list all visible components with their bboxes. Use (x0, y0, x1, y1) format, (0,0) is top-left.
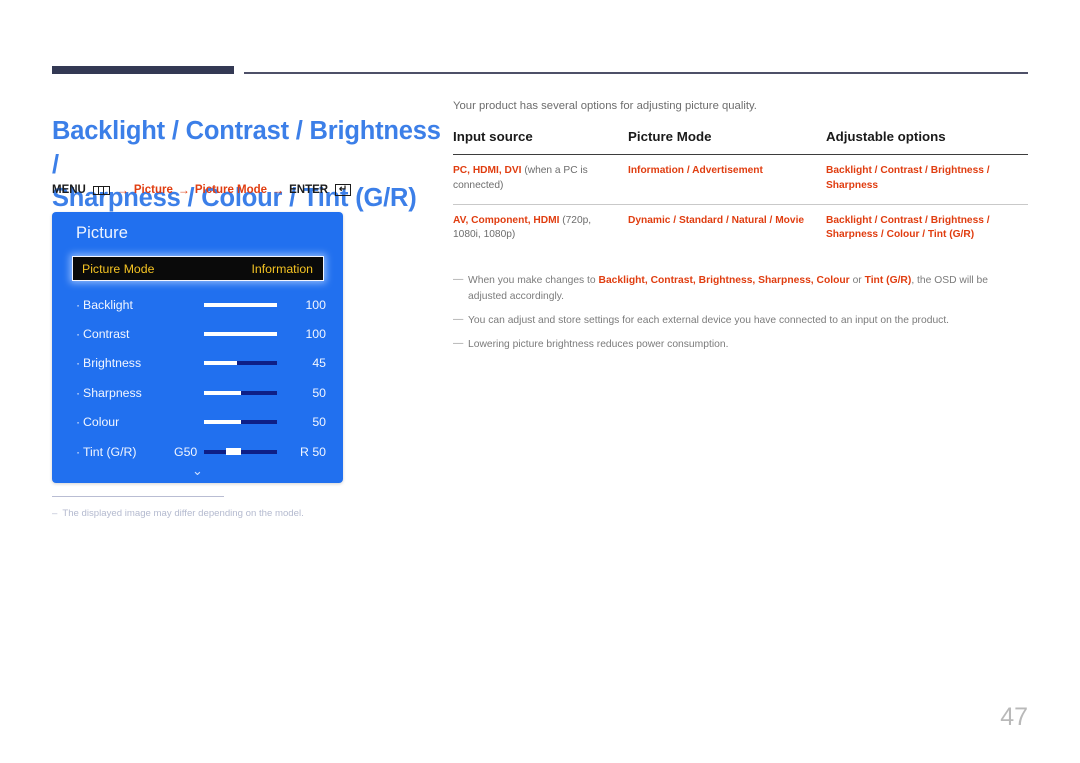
osd-row-value: 50 (312, 385, 326, 400)
osd-row-label: · Backlight (76, 297, 133, 312)
cell-adjustable-options: Backlight / Contrast / Brightness / Shar… (826, 165, 990, 191)
osd-row-slider[interactable] (204, 332, 277, 337)
osd-row-colour[interactable]: · Colour 50 (52, 408, 343, 437)
note-emphasis-1: Backlight, Contrast, Brightness, Sharpne… (598, 275, 850, 287)
table-header-input-source: Input source (453, 129, 533, 144)
osd-row-brightness[interactable]: · Brightness 45 (52, 349, 343, 378)
osd-row-slider[interactable] (204, 448, 277, 456)
table-header-adjustable-options: Adjustable options (826, 129, 946, 144)
osd-footnote-rule (52, 496, 224, 497)
breadcrumb-arrow-1: → (116, 183, 129, 197)
osd-row-slider[interactable] (204, 420, 277, 425)
table-header-row: Input source Picture Mode Adjustable opt… (453, 129, 1028, 155)
slider-fill (204, 302, 277, 307)
cell-input-source: PC, HDMI, DVI (when a PC is connected) (453, 155, 628, 205)
input-source-names: PC, HDMI, DVI (453, 165, 522, 176)
note-dash-icon: — (453, 314, 464, 325)
picture-mode-table: Input source Picture Mode Adjustable opt… (453, 129, 1028, 253)
slider-fill (204, 420, 241, 425)
note-emphasis-2: Tint (G/R) (864, 275, 912, 287)
header-rule-thick (52, 66, 234, 74)
osd-picture-mode-value: Information (251, 261, 313, 276)
breadcrumb-step-picture-mode: Picture Mode (194, 184, 268, 196)
osd-footnote: – The displayed image may differ dependin… (52, 508, 382, 519)
osd-row-slider[interactable] (204, 361, 277, 366)
osd-row-slider[interactable] (204, 302, 277, 307)
osd-footnote-dash: – (52, 508, 58, 519)
osd-row-value: R 50 (300, 444, 326, 459)
osd-settings-list: · Backlight 100 · Contrast 100 · Brightness 45 · S… (52, 290, 343, 466)
cell-input-source: AV, Component, HDMI (720p, 1080i, 1080p) (453, 204, 628, 253)
osd-footnote-text: The displayed image may differ depending… (62, 508, 304, 519)
slider-fill (204, 361, 237, 366)
osd-row-value: 100 (305, 297, 326, 312)
breadcrumb-arrow-3: → (272, 183, 285, 197)
note-text-mid: or (849, 275, 865, 287)
table-header-picture-mode: Picture Mode (628, 129, 712, 144)
osd-row-label: · Contrast (76, 327, 130, 342)
osd-row-value: 100 (305, 327, 326, 342)
breadcrumb-step-picture: Picture (133, 184, 173, 196)
osd-picture-menu-panel: Picture Picture Mode Information · Backli… (52, 212, 343, 483)
osd-row-label: · Colour (76, 415, 120, 430)
table-row: PC, HDMI, DVI (when a PC is connected) In… (453, 155, 1028, 205)
osd-row-value: 50 (312, 415, 326, 430)
osd-picture-mode-label: Picture Mode (82, 261, 155, 276)
page-title-line-1: Backlight / Contrast / Brightness / (52, 117, 441, 179)
osd-panel-title: Picture (76, 224, 129, 242)
note-dash-icon: — (453, 338, 464, 350)
osd-row-label: · Sharpness (76, 385, 142, 400)
menu-bars-icon (92, 185, 110, 195)
osd-row-contrast[interactable]: · Contrast 100 (52, 319, 343, 348)
note-text-pre: When you make changes to (468, 275, 599, 287)
note-item: — When you make changes to Backlight, Con… (453, 273, 1028, 304)
cell-picture-mode: Information / Advertisement (628, 165, 763, 176)
table-row: AV, Component, HDMI (720p, 1080i, 1080p)… (453, 204, 1028, 253)
cell-picture-mode: Dynamic / Standard / Natural / Movie (628, 214, 805, 226)
input-source-names: AV, Component, HDMI (453, 214, 560, 226)
notes-list: — When you make changes to Backlight, Con… (453, 273, 1028, 353)
note-text: Lowering picture brightness reduces powe… (468, 339, 729, 351)
breadcrumb-menu-label: MENU (52, 184, 86, 196)
osd-row-picture-mode[interactable]: Picture Mode Information (72, 256, 324, 281)
note-dash-icon: — (453, 274, 464, 286)
slider-handle[interactable] (226, 448, 242, 456)
intro-paragraph: Your product has several options for adj… (453, 100, 757, 112)
cell-adjustable-options: Backlight / Contrast / Brightness / Shar… (826, 214, 990, 241)
osd-row-left-value: G50 (174, 444, 198, 459)
osd-row-tint-g-r[interactable]: · Tint (G/R) G50 R 50 (52, 437, 343, 466)
enter-key-icon: ↵ (335, 184, 352, 196)
breadcrumb-enter-label: ENTER (289, 184, 329, 196)
content-column: Your product has several options for adj… (453, 100, 1028, 362)
page-number: 47 (1000, 703, 1028, 731)
bullet-dot-icon: · (76, 356, 81, 371)
bullet-dot-icon: · (76, 415, 81, 430)
table-body: PC, HDMI, DVI (when a PC is connected) In… (453, 155, 1028, 254)
osd-row-slider[interactable] (204, 390, 277, 395)
osd-row-sharpness[interactable]: · Sharpness 50 (52, 378, 343, 407)
osd-row-backlight[interactable]: · Backlight 100 (52, 290, 343, 319)
osd-row-label: · Brightness (76, 356, 142, 371)
bullet-dot-icon: · (76, 297, 81, 312)
breadcrumb-arrow-2: → (177, 183, 190, 197)
chevron-down-icon[interactable]: ⌄ (52, 464, 343, 477)
bullet-dot-icon: · (76, 444, 81, 459)
osd-row-value: 45 (312, 356, 326, 371)
slider-fill (204, 332, 277, 337)
header-rule-thin (244, 72, 1028, 74)
note-text: You can adjust and store settings for ea… (468, 315, 950, 326)
bullet-dot-icon: · (76, 327, 81, 342)
note-item: — You can adjust and store settings for e… (453, 313, 1028, 328)
note-item: — Lowering picture brightness reduces pow… (453, 337, 1028, 352)
bullet-dot-icon: · (76, 385, 81, 400)
menu-path-breadcrumb: MENU → Picture → Picture Mode → ENTER ↵ (52, 183, 352, 197)
header-rule (52, 66, 1028, 74)
osd-row-label: · Tint (G/R) (76, 444, 137, 459)
slider-fill (204, 390, 241, 395)
page-title: Backlight / Contrast / Brightness / Shar… (52, 115, 442, 216)
